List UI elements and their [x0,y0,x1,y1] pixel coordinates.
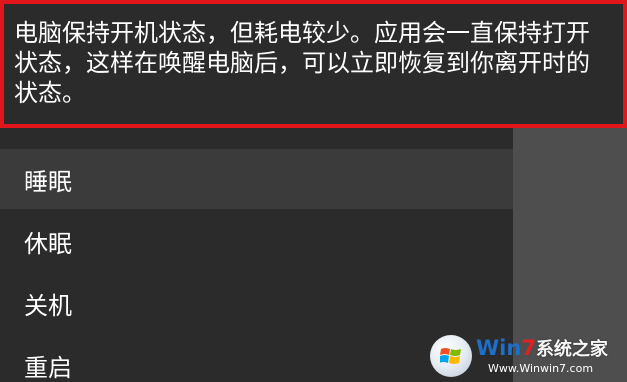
menu-item-label: 休眠 [24,229,72,258]
power-menu-screen: 睡眠 休眠 关机 重启 电脑保持开机状态，但耗电较少。应用会一直保持打开状态，这… [0,0,627,382]
menu-item-sleep[interactable]: 睡眠 [0,149,513,209]
site-watermark: Win7系统之家 Www.Winwin7.com [430,330,627,382]
menu-item-label: 关机 [24,291,72,320]
menu-item-label: 睡眠 [24,167,72,196]
tooltip-text: 电脑保持开机状态，但耗电较少。应用会一直保持打开状态，这样在唤醒电脑后，可以立即… [14,19,590,107]
menu-item-label: 重启 [24,353,72,382]
watermark-brand: Win7系统之家 [476,336,608,362]
watermark-url: Www.Winwin7.com [488,362,594,375]
watermark-text: Win7系统之家 Www.Winwin7.com [476,336,608,376]
sleep-tooltip: 电脑保持开机状态，但耗电较少。应用会一直保持打开状态，这样在唤醒电脑后，可以立即… [0,0,627,128]
brand-number: 7 [521,336,536,360]
brand-prefix: Win [476,336,522,360]
windows-logo-icon [430,335,472,377]
menu-item-shutdown[interactable]: 关机 [0,273,513,333]
menu-item-hibernate[interactable]: 休眠 [0,211,513,271]
brand-suffix: 系统之家 [535,339,608,360]
